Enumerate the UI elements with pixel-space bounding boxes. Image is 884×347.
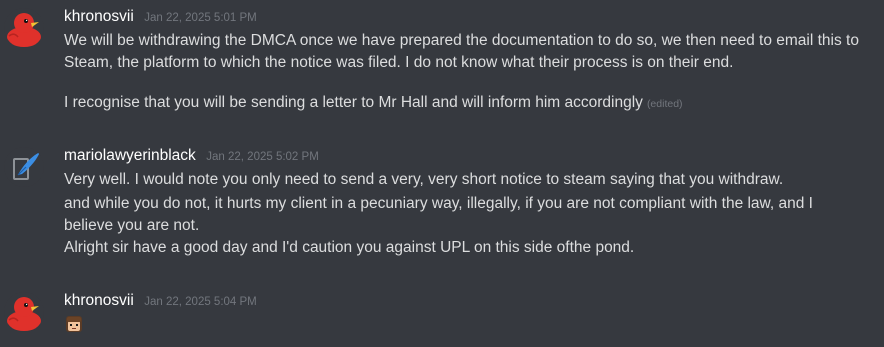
timestamp[interactable]: Jan 22, 2025 5:02 PM (206, 151, 319, 163)
message-text: We will be withdrawing the DMCA once we … (64, 32, 859, 71)
quill-icon (4, 147, 44, 187)
username[interactable]: khronosvii (64, 8, 134, 25)
message-text: Alright sir have a good day and I'd caut… (64, 239, 635, 256)
message-text-content: I recognise that you will be sending a l… (64, 94, 643, 111)
avatar[interactable] (4, 8, 44, 48)
username[interactable]: khronosvii (64, 292, 134, 309)
message-text: I recognise that you will be sending a l… (64, 92, 864, 115)
red-duck-icon (4, 8, 44, 48)
username[interactable]: mariolawyerinblack (64, 147, 196, 164)
character-face-emoji[interactable] (64, 314, 84, 334)
message-text: Very well. I would note you only need to… (64, 171, 784, 188)
avatar[interactable] (4, 147, 44, 187)
message-text: and while you do not, it hurts my client… (64, 195, 813, 234)
edited-label: (edited) (646, 98, 683, 110)
message-header: khronosvii Jan 22, 2025 5:01 PM (64, 8, 257, 26)
message-header: mariolawyerinblack Jan 22, 2025 5:02 PM (64, 147, 319, 165)
red-duck-icon (4, 292, 44, 332)
message-header: khronosvii Jan 22, 2025 5:04 PM (64, 292, 257, 310)
timestamp[interactable]: Jan 22, 2025 5:01 PM (144, 12, 257, 24)
chat-log: khronosvii Jan 22, 2025 5:01 PM We will … (0, 0, 884, 347)
avatar[interactable] (4, 292, 44, 332)
timestamp[interactable]: Jan 22, 2025 5:04 PM (144, 296, 257, 308)
